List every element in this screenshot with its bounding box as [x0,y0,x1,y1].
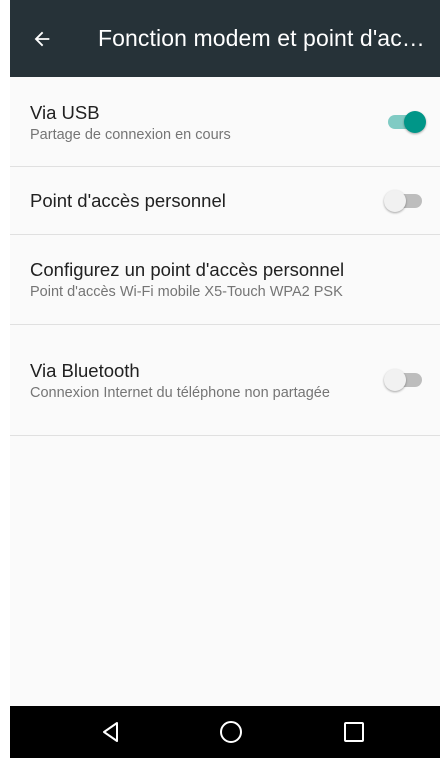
settings-list: Via USB Partage de connexion en cours Po… [10,77,440,436]
back-button[interactable] [10,0,74,77]
setting-subtitle: Connexion Internet du téléphone non part… [30,385,330,401]
setting-configure-hotspot[interactable]: Configurez un point d'accès personnel Po… [10,235,440,325]
app-bar: Fonction modem et point d'ac… [10,0,440,77]
bluetooth-tethering-toggle[interactable] [384,368,428,392]
hotspot-toggle[interactable] [384,189,428,213]
navigation-bar [10,706,440,758]
nav-back-button[interactable] [81,706,141,758]
setting-usb-tethering[interactable]: Via USB Partage de connexion en cours [10,77,440,167]
tethering-settings-screen: Fonction modem et point d'ac… Via USB Pa… [0,0,440,758]
setting-title: Configurez un point d'accès personnel [30,258,345,280]
usb-tethering-toggle[interactable] [384,110,428,134]
arrow-left-icon [34,31,50,46]
nav-home-button[interactable] [201,706,261,758]
setting-title: Point d'accès personnel [30,190,226,211]
circle-home-icon [220,721,242,743]
triangle-back-icon [103,722,118,742]
setting-title: Via USB [30,101,100,123]
page-title: Fonction modem et point d'ac… [98,25,425,51]
setting-subtitle: Partage de connexion en cours [30,126,231,143]
setting-bluetooth-tethering[interactable]: Via Bluetooth Connexion Internet du télé… [10,325,440,436]
square-recents-icon [344,722,364,742]
setting-title: Via Bluetooth [30,360,140,381]
setting-hotspot[interactable]: Point d'accès personnel [10,167,440,235]
setting-subtitle: Point d'accès Wi-Fi mobile X5-Touch WPA2… [30,283,343,300]
nav-recents-button[interactable] [324,706,384,758]
